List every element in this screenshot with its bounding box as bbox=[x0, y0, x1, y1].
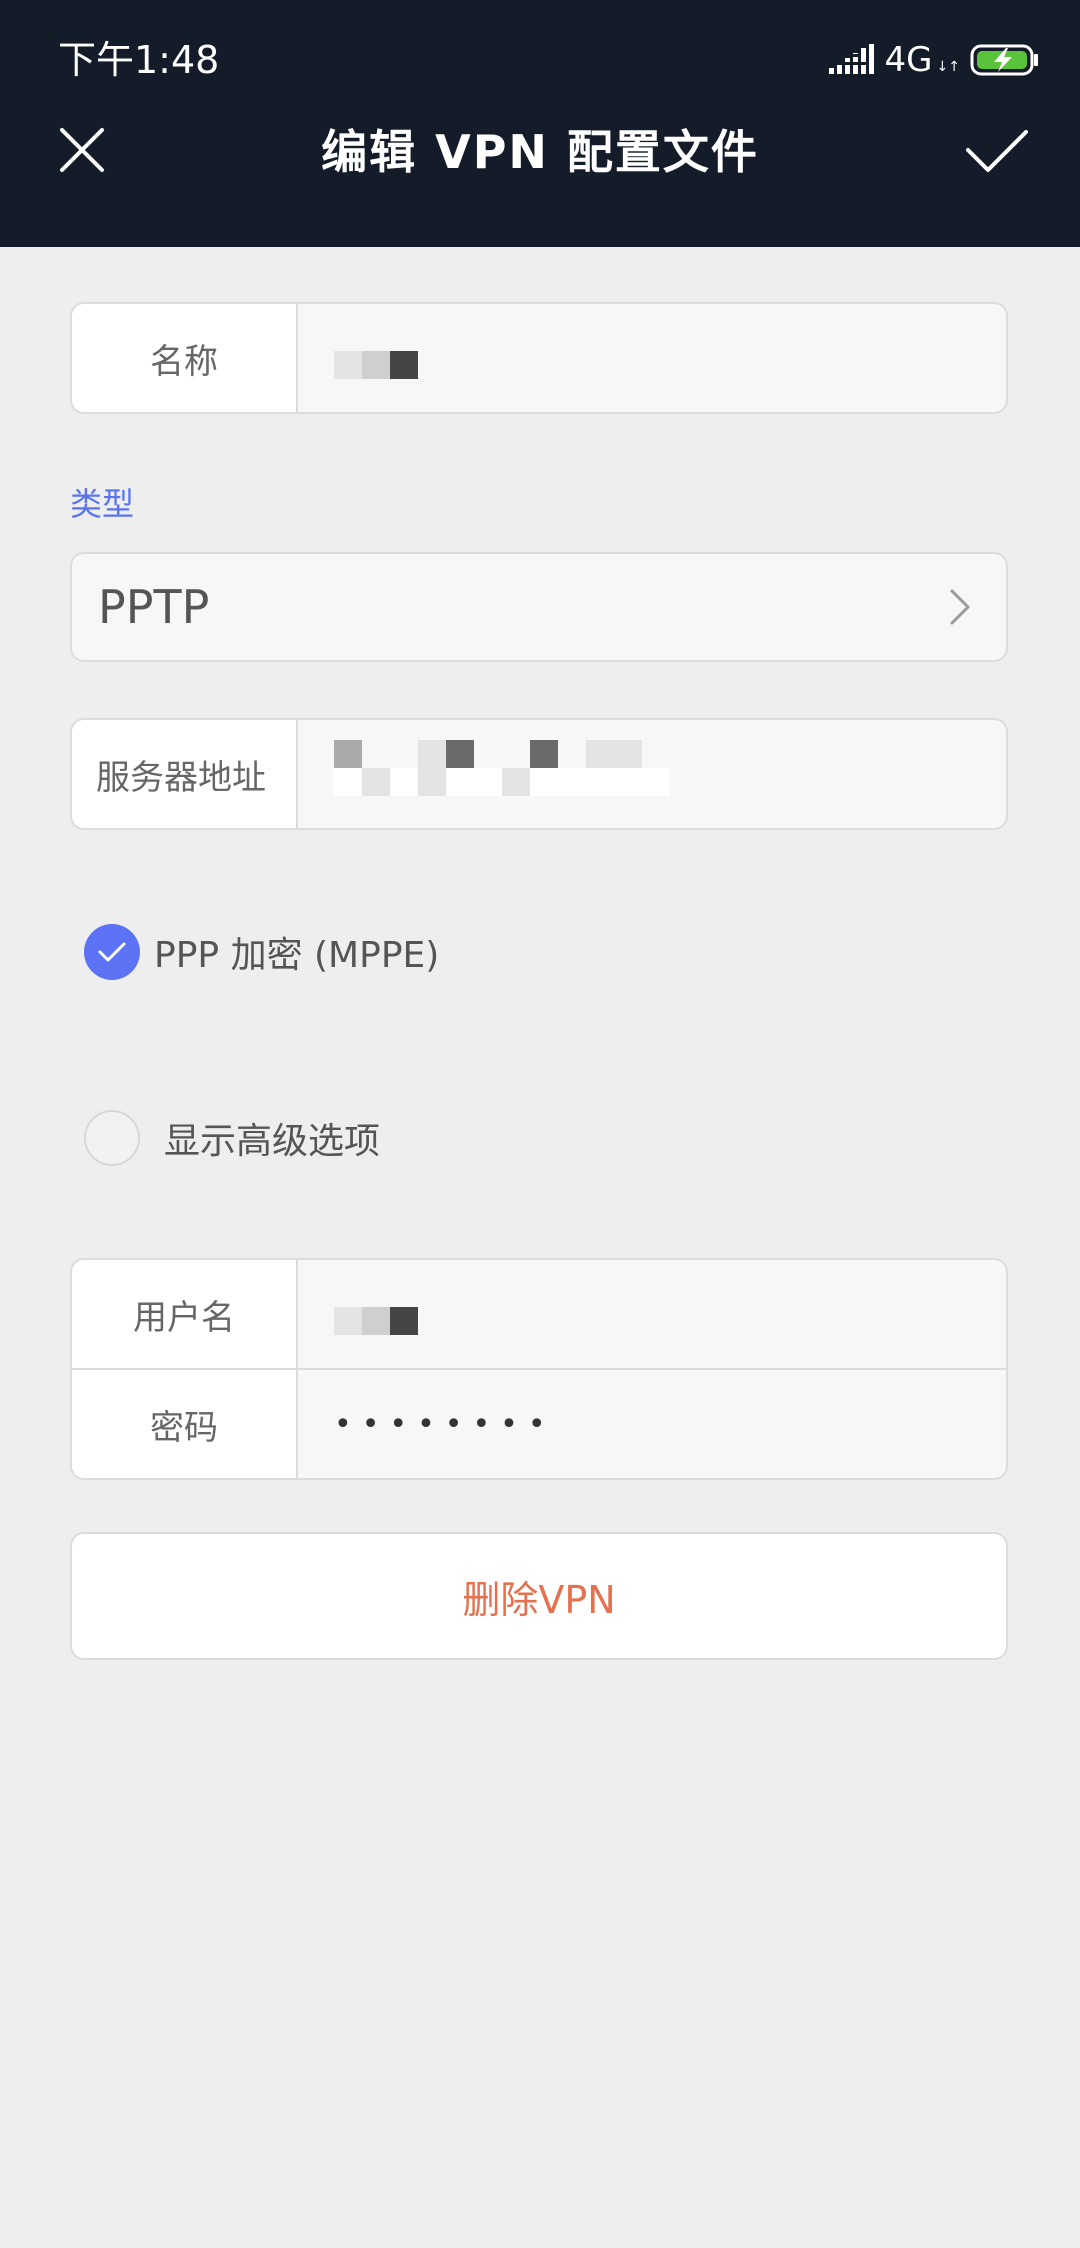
redacted-value bbox=[334, 734, 714, 814]
advanced-options-toggle[interactable]: 显示高级选项 bbox=[84, 1110, 380, 1166]
network-activity-icon: ↓↑ bbox=[936, 59, 960, 75]
type-card: PPTP bbox=[70, 552, 1008, 662]
page-title: 编辑 VPN 配置文件 bbox=[321, 125, 759, 179]
ppp-encryption-label: PPP 加密 (MPPE) bbox=[154, 935, 440, 976]
chevron-right-icon bbox=[950, 589, 970, 625]
checkbox-unchecked[interactable] bbox=[84, 1110, 140, 1166]
server-label: 服务器地址 bbox=[72, 720, 298, 828]
name-label: 名称 bbox=[72, 304, 298, 412]
advanced-options-label: 显示高级选项 bbox=[164, 1121, 381, 1162]
credentials-card: 用户名 密码 •••••••• bbox=[70, 1258, 1008, 1480]
password-label: 密码 bbox=[72, 1370, 298, 1478]
username-label: 用户名 bbox=[72, 1260, 298, 1368]
name-input[interactable] bbox=[298, 304, 1006, 412]
checkbox-checked[interactable] bbox=[84, 924, 140, 980]
status-time: 下午1:48 bbox=[58, 38, 220, 82]
redacted-value bbox=[334, 1307, 418, 1335]
name-card: 名称 bbox=[70, 302, 1008, 414]
check-icon bbox=[98, 942, 126, 962]
type-value: PPTP bbox=[98, 580, 210, 634]
server-card: 服务器地址 bbox=[70, 718, 1008, 830]
status-icons: 4G ↓↑ bbox=[828, 38, 1040, 82]
type-select[interactable]: PPTP bbox=[72, 554, 1006, 660]
signal-bars-icon bbox=[828, 44, 875, 76]
password-input[interactable]: •••••••• bbox=[298, 1370, 1006, 1478]
ppp-encryption-toggle[interactable]: PPP 加密 (MPPE) bbox=[84, 924, 439, 980]
top-bar: 下午1:48 4G ↓↑ 编辑 VPN 配置文件 bbox=[0, 0, 1080, 247]
username-input[interactable] bbox=[298, 1260, 1006, 1368]
checkmark-icon bbox=[966, 130, 1028, 172]
redacted-value bbox=[334, 351, 418, 379]
server-row: 服务器地址 bbox=[72, 720, 1006, 828]
type-section-label: 类型 bbox=[70, 485, 135, 523]
username-row: 用户名 bbox=[72, 1260, 1006, 1368]
name-row: 名称 bbox=[72, 304, 1006, 412]
delete-vpn-button[interactable]: 删除VPN bbox=[70, 1532, 1008, 1660]
server-input[interactable] bbox=[298, 720, 1006, 828]
password-value: •••••••• bbox=[334, 1406, 556, 1442]
confirm-button[interactable] bbox=[964, 120, 1030, 180]
password-row: 密码 •••••••• bbox=[72, 1368, 1006, 1478]
battery-charging-icon bbox=[970, 44, 1040, 76]
network-type-label: 4G bbox=[884, 40, 933, 80]
